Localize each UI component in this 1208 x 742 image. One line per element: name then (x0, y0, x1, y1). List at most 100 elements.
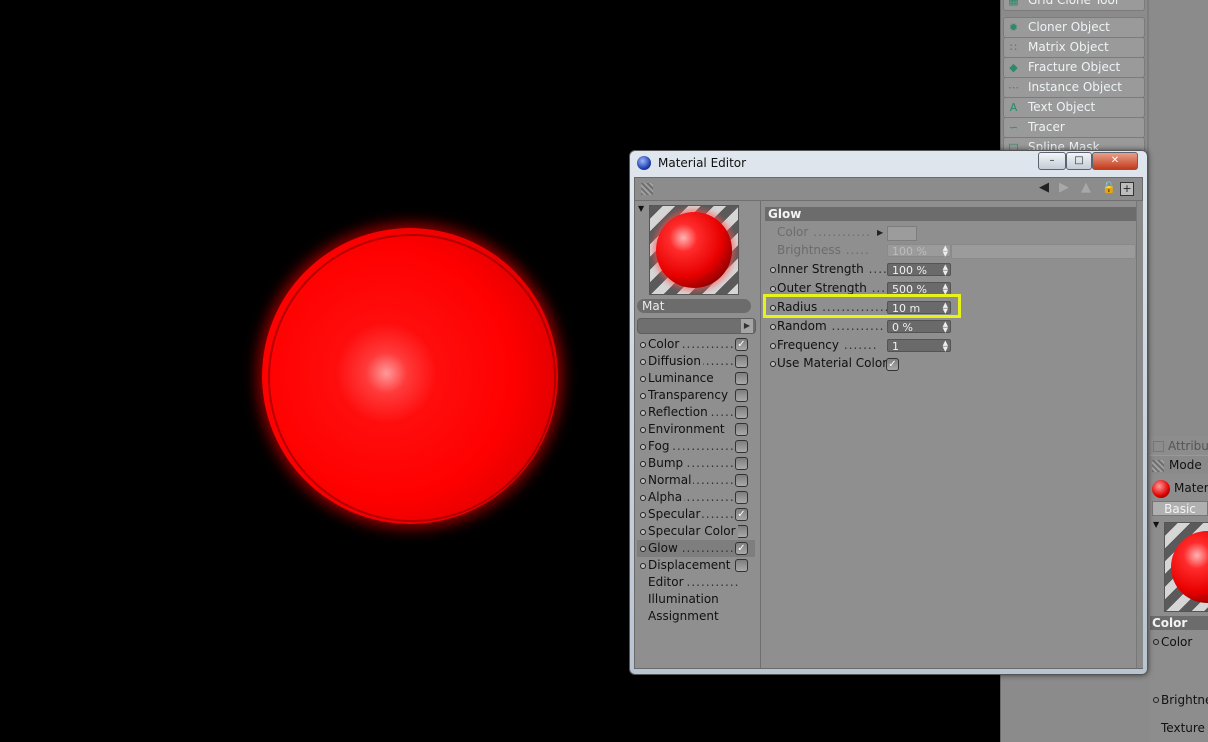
object-item-matrix-object[interactable]: ∷ Matrix Object (1003, 37, 1145, 58)
tab-basic[interactable]: Basic (1152, 501, 1208, 516)
channel-label: Assignment (648, 609, 719, 623)
animation-dot-icon[interactable] (770, 267, 776, 273)
channel-specular-color[interactable]: Specular Color (637, 523, 755, 540)
channel-normal[interactable]: ............................... Normal (637, 472, 755, 489)
param-color[interactable]: Color ............ ▶ (765, 224, 1137, 241)
material-editor-window[interactable]: Material Editor – □ ✕ ◀ ▶ ▲ 🔓 + ▼ Mat ▶ … (629, 150, 1148, 675)
channel-label-text: Glow (648, 541, 680, 555)
param-random[interactable]: Random ........... 0 % ▲ ▼ (765, 318, 1137, 335)
brightness-slider[interactable] (951, 244, 1136, 259)
channel-checkbox[interactable] (735, 372, 748, 385)
random-field[interactable]: 0 % ▲ ▼ (887, 320, 951, 334)
param-frequency[interactable]: Frequency ....... 1 ▲ ▼ (765, 337, 1137, 354)
channel-checkbox[interactable]: ✓ (735, 508, 748, 521)
maximize-button[interactable]: □ (1066, 152, 1092, 170)
grip-icon[interactable] (641, 183, 653, 195)
material-editor-app-icon (637, 156, 651, 170)
collapse-arrow-icon[interactable]: ▼ (638, 204, 644, 213)
channel-checkbox[interactable] (735, 389, 748, 402)
spinner-icon[interactable]: ▲ ▼ (943, 340, 948, 353)
channel-fog[interactable]: ............................... Fog (637, 438, 755, 455)
minimize-button[interactable]: – (1038, 152, 1066, 170)
expand-arrow-icon[interactable]: ▶ (877, 224, 883, 241)
forward-arrow-icon[interactable]: ▶ (1057, 181, 1071, 195)
collapse-arrow-icon[interactable]: ▼ (1153, 520, 1159, 529)
param-inner-strength[interactable]: Inner Strength .... 100 % ▲ ▼ (765, 261, 1137, 278)
channel-checkbox[interactable] (735, 423, 748, 436)
object-item-instance-object[interactable]: ⋯ Instance Object (1003, 77, 1145, 98)
attributes-brightness-label: Brightne (1161, 693, 1208, 707)
new-panel-icon[interactable]: + (1120, 182, 1134, 196)
channel-glow[interactable]: ............................... Glow ✓ (637, 540, 755, 557)
channel-editor[interactable]: ............................... Editor (637, 574, 755, 591)
object-item-label: Instance Object (1028, 80, 1122, 94)
object-item-fracture-object[interactable]: ◆ Fracture Object (1003, 57, 1145, 78)
channel-specular[interactable]: ............................... Specular… (637, 506, 755, 523)
mode-menu[interactable]: Mode (1169, 458, 1202, 472)
color-swatch[interactable] (887, 226, 917, 241)
animation-dot-icon (640, 427, 646, 433)
param-brightness[interactable]: Brightness ..... 100 % ▲ ▼ (765, 242, 1137, 259)
attributes-mode-row[interactable]: Mode (1150, 455, 1208, 474)
channel-assignment[interactable]: Assignment (637, 608, 755, 625)
channel-alpha[interactable]: ............................... Alpha (637, 489, 755, 506)
param-use-material-color[interactable]: Use Material Color ✓ (765, 355, 1137, 372)
object-item-cloner-object[interactable]: ✹ Cloner Object (1003, 17, 1145, 38)
channel-checkbox[interactable] (735, 474, 748, 487)
channel-luminance[interactable]: Luminance (637, 370, 755, 387)
channel-checkbox[interactable] (735, 457, 748, 470)
preview-size-slider[interactable]: ▶ (637, 318, 756, 334)
animation-dot-icon[interactable] (770, 361, 776, 367)
material-name-label: Mater (1174, 481, 1208, 495)
animation-dot-icon[interactable] (1153, 697, 1159, 703)
animation-dot-icon[interactable] (770, 286, 776, 292)
spinner-icon[interactable]: ▲ ▼ (943, 245, 948, 258)
attributes-checkbox-icon[interactable] (1153, 441, 1164, 452)
channel-label-text: Reflection (648, 405, 710, 419)
brightness-field[interactable]: 100 % ▲ ▼ (887, 244, 951, 258)
attributes-preview: ▼ (1150, 520, 1208, 612)
channel-label-text: Specular (648, 507, 703, 521)
channel-bump[interactable]: ............................... Bump (637, 455, 755, 472)
channel-environment[interactable]: Environment (637, 421, 755, 438)
channel-diffusion[interactable]: ............................... Diffusio… (637, 353, 755, 370)
object-item-tracer[interactable]: ∽ Tracer (1003, 117, 1145, 138)
leader-dots: ........... (826, 319, 885, 333)
back-arrow-icon[interactable]: ◀ (1037, 181, 1051, 195)
channel-transparency[interactable]: Transparency (637, 387, 755, 404)
inner-strength-field[interactable]: 100 % ▲ ▼ (887, 263, 951, 277)
animation-dot-icon[interactable] (770, 343, 776, 349)
channel-reflection[interactable]: ............................... Reflecti… (637, 404, 755, 421)
up-arrow-icon[interactable]: ▲ (1079, 181, 1093, 195)
attributes-color-row[interactable]: Color (1150, 634, 1208, 650)
object-item-text-object[interactable]: A Text Object (1003, 97, 1145, 118)
channel-checkbox[interactable]: ✓ (735, 542, 748, 555)
channel-label: Specular Color (648, 523, 738, 540)
channel-checkbox[interactable] (735, 440, 748, 453)
channel-illumination[interactable]: Illumination (637, 591, 755, 608)
attributes-brightness-row[interactable]: Brightne (1150, 692, 1208, 708)
channel-color[interactable]: ............................... Color ✓ (637, 336, 755, 353)
channel-checkbox[interactable]: ✓ (735, 338, 748, 351)
object-item-label: Fracture Object (1028, 60, 1121, 74)
close-button[interactable]: ✕ (1092, 152, 1138, 170)
channel-checkbox[interactable] (735, 559, 748, 572)
animation-dot-icon[interactable] (1153, 639, 1159, 645)
lock-icon[interactable]: 🔓 (1102, 181, 1116, 195)
param-label-text: Frequency (777, 338, 839, 352)
parameters-scrollbar[interactable] (1136, 201, 1143, 668)
channel-checkbox[interactable] (735, 355, 748, 368)
channel-checkbox[interactable] (735, 406, 748, 419)
spinner-icon[interactable]: ▲ ▼ (943, 264, 948, 277)
use-material-color-checkbox[interactable]: ✓ (886, 358, 899, 371)
material-preview[interactable] (649, 205, 739, 295)
leader-dots: ....... (839, 338, 878, 352)
animation-dot-icon[interactable] (770, 324, 776, 330)
frequency-field[interactable]: 1 ▲ ▼ (887, 339, 951, 353)
material-name-field[interactable]: Mat (637, 299, 751, 313)
object-item-grid-clone-tool[interactable]: ▦ Grid Clone Tool (1003, 0, 1145, 11)
spinner-icon[interactable]: ▲ ▼ (943, 321, 948, 334)
slider-arrow-icon[interactable]: ▶ (741, 319, 753, 333)
channel-checkbox[interactable] (735, 491, 748, 504)
channel-displacement[interactable]: Displacement (637, 557, 755, 574)
